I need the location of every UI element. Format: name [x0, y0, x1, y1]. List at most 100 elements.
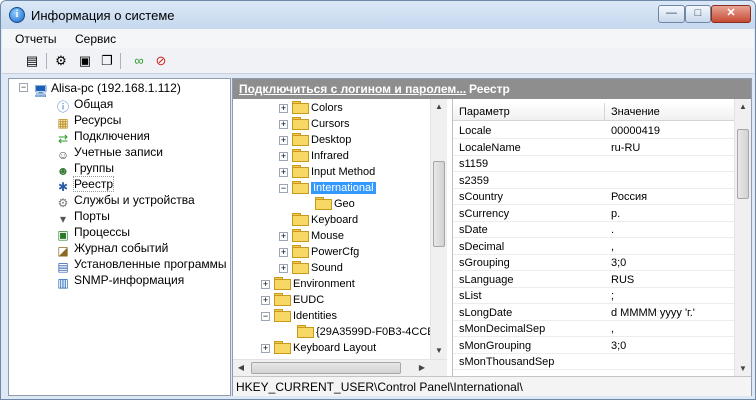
tree-item-services[interactable]: ⚙ Службы и устройства [56, 192, 195, 210]
expand-icon[interactable]: + [279, 248, 288, 257]
column-value[interactable]: Значение [605, 103, 735, 121]
scroll-up-icon[interactable]: ▲ [431, 99, 447, 115]
scroll-right-icon[interactable]: ▶ [414, 360, 430, 376]
tree-item-resources[interactable]: ▦ Ресурсы [56, 112, 121, 130]
reg-node-label: {29A3599D-F0B3-4CCE [316, 326, 435, 338]
table-row[interactable]: sLongDate d MMMM yyyy 'г.' [453, 305, 735, 321]
scroll-thumb[interactable] [251, 362, 401, 374]
tree-item-label: Реестр [73, 176, 114, 192]
copy-icon[interactable]: ❐ [98, 52, 116, 70]
table-row[interactable]: sDecimal, [453, 239, 735, 255]
scroll-thumb[interactable] [433, 161, 445, 247]
value-cell: RUS [611, 273, 635, 286]
collapse-icon[interactable]: − [279, 184, 288, 193]
table-row[interactable]: sDate. [453, 222, 735, 238]
reg-node-powercfg[interactable]: + PowerCfg [279, 244, 359, 260]
expand-icon[interactable]: + [279, 232, 288, 241]
title-bar[interactable]: i Информация о системе — □ ✕ [1, 1, 755, 29]
reg-node-sound[interactable]: + Sound [279, 260, 343, 276]
tree-root[interactable]: 🖥 Alisa-pc (192.168.1.112) [33, 80, 181, 98]
table-row[interactable]: sLanguage RUS [453, 272, 735, 288]
scroll-down-icon[interactable]: ▼ [431, 343, 447, 359]
parameter-cell: s1159 [459, 158, 489, 170]
reg-node-international[interactable]: − International [279, 180, 376, 196]
reg-node-cursors[interactable]: + Cursors [279, 116, 350, 132]
grid-vertical-scrollbar[interactable]: ▲ ▼ [734, 99, 751, 377]
expand-icon[interactable]: + [261, 280, 270, 289]
reg-node-geo[interactable]: Geo [315, 196, 355, 212]
tree-item-processes[interactable]: ▣ Процессы [56, 224, 130, 242]
tree-item-snmp[interactable]: ▥ SNMP-информация [56, 272, 184, 290]
login-link[interactable]: Подключиться с логином и паролем... [239, 82, 466, 96]
parameter-cell: LocaleName [459, 141, 521, 154]
tree-item-ports[interactable]: ▾ Порты [56, 208, 110, 226]
tree-item-programs[interactable]: ▤ Установленные программы [56, 256, 226, 274]
table-row[interactable]: sMonThousandSep [453, 354, 735, 370]
folder-icon [315, 197, 332, 210]
scroll-thumb[interactable] [737, 129, 749, 199]
tree-vertical-scrollbar[interactable]: ▲ ▼ [430, 99, 447, 359]
table-row[interactable]: sMonDecimalSep, [453, 321, 735, 337]
scroll-down-icon[interactable]: ▼ [735, 361, 751, 377]
tree-item-general[interactable]: ⓘ Общая [56, 96, 113, 114]
scroll-up-icon[interactable]: ▲ [735, 99, 751, 115]
table-row[interactable]: sMonGrouping 3;0 [453, 338, 735, 354]
reg-node-label: Infrared [311, 150, 349, 162]
value-cell: d MMMM yyyy 'г.' [611, 306, 695, 319]
close-button[interactable]: ✕ [711, 5, 751, 23]
collapse-expander[interactable]: − [19, 83, 28, 92]
reg-node-mouse[interactable]: + Mouse [279, 228, 344, 244]
reg-node-identities[interactable]: − Identities [261, 308, 337, 324]
scroll-left-icon[interactable]: ◀ [233, 360, 249, 376]
network-icon[interactable]: ⚙ [52, 52, 70, 70]
tree-horizontal-scrollbar[interactable]: ◀ ▶ [233, 359, 447, 376]
menu-service[interactable]: Сервис [75, 32, 116, 46]
table-row[interactable]: sCurrency р. [453, 206, 735, 222]
expand-icon[interactable]: + [261, 296, 270, 305]
reg-node-label: Sound [311, 262, 343, 274]
expand-icon[interactable]: + [261, 344, 270, 353]
snmp-icon: ▥ [57, 276, 69, 290]
table-row[interactable]: sGrouping 3;0 [453, 255, 735, 271]
toolbar-separator [120, 53, 121, 69]
reg-node-infrared[interactable]: + Infrared [279, 148, 349, 164]
table-row[interactable]: Locale 00000419 [453, 123, 735, 139]
reg-node-eudc[interactable]: + EUDC [261, 292, 324, 308]
folder-icon [292, 149, 309, 162]
table-row[interactable]: sList; [453, 288, 735, 304]
table-row[interactable]: LocaleName ru-RU [453, 140, 735, 156]
expand-icon[interactable]: + [279, 152, 288, 161]
reg-node-identity-guid[interactable]: {29A3599D-F0B3-4CCE [297, 324, 435, 340]
report-icon[interactable]: ▤ [23, 52, 41, 70]
table-row[interactable]: sCountry Россия [453, 189, 735, 205]
expand-icon[interactable]: + [279, 136, 288, 145]
expand-icon[interactable]: + [279, 104, 288, 113]
expand-icon[interactable]: + [279, 168, 288, 177]
tree-item-eventlog[interactable]: ◪ Журнал событий [56, 240, 168, 258]
minimize-button[interactable]: — [658, 5, 685, 23]
maximize-button[interactable]: □ [685, 5, 711, 23]
disconnect-icon[interactable]: ⊘ [152, 52, 170, 70]
menu-reports[interactable]: Отчеты [15, 32, 56, 46]
reg-node-inputmethod[interactable]: + Input Method [279, 164, 375, 180]
tree-item-accounts[interactable]: ☺ Учетные записи [56, 144, 163, 162]
reg-node-keyboardlayout[interactable]: + Keyboard Layout [261, 340, 376, 356]
tree-item-registry[interactable]: ✱ Реестр [56, 176, 114, 194]
reg-node-colors[interactable]: + Colors [279, 100, 343, 116]
reg-node-environment[interactable]: + Environment [261, 276, 355, 292]
properties-icon[interactable]: ▣ [76, 52, 94, 70]
tree-item-groups[interactable]: ☻ Группы [56, 160, 114, 178]
reg-node-desktop[interactable]: + Desktop [279, 132, 351, 148]
computer-icon: 🖥 [33, 84, 49, 98]
collapse-icon[interactable]: − [261, 312, 270, 321]
tree-item-connections[interactable]: ⇄ Подключения [56, 128, 150, 146]
connect-icon[interactable]: ∞ [130, 52, 148, 70]
expand-icon[interactable]: + [279, 120, 288, 129]
column-parameter[interactable]: Параметр [453, 103, 605, 121]
expand-icon[interactable]: + [279, 264, 288, 273]
table-row[interactable]: s1159 [453, 156, 735, 172]
value-cell: 3;0 [611, 257, 627, 269]
reg-node-label: Colors [311, 102, 343, 114]
table-row[interactable]: s2359 [453, 173, 735, 189]
reg-node-keyboard[interactable]: Keyboard [292, 212, 358, 228]
